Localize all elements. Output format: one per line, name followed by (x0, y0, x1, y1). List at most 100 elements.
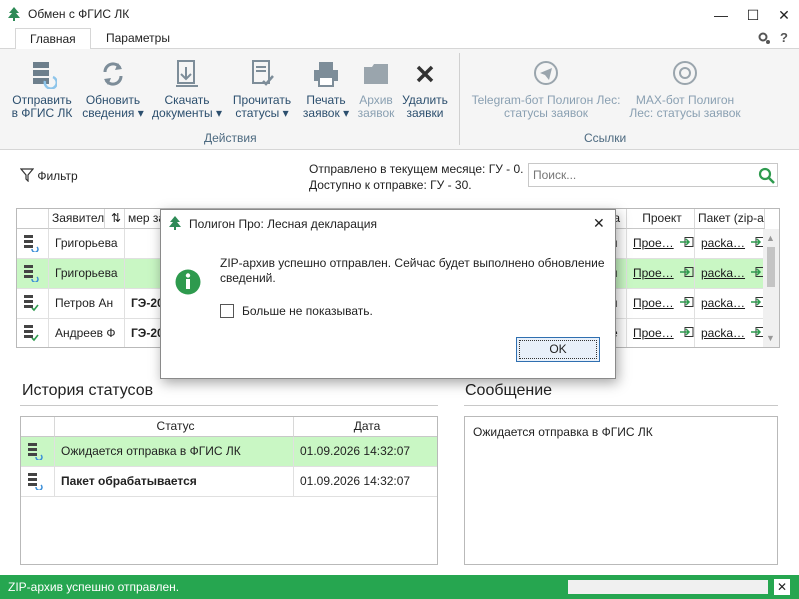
archive-label-2: заявок (357, 106, 395, 120)
table-cell-package[interactable]: packa… (695, 229, 765, 259)
dialog-close-button[interactable]: ✕ (593, 215, 605, 232)
max-bot-link[interactable]: MAX-бот Полигон Лес: статусы заявок (626, 59, 744, 120)
available-info: Доступно к отправке: ГУ - 30. (309, 178, 472, 192)
table-cell-applicant[interactable]: Григорьева (49, 259, 125, 289)
archive-requests-button[interactable]: Архив заявок (354, 59, 398, 120)
grid-scrollbar[interactable]: ▲ ▼ (763, 229, 779, 347)
table-cell-project[interactable]: Прое… (627, 319, 695, 347)
project-link[interactable]: Прое… (633, 296, 674, 310)
search-input[interactable] (529, 164, 744, 186)
history-header-icon (21, 417, 55, 437)
table-cell-applicant[interactable]: Петров Ан (49, 289, 125, 319)
read-label-1: Прочитать (232, 93, 292, 107)
table-cell-applicant[interactable]: Андреев Ф (49, 319, 125, 347)
package-link[interactable]: packa… (701, 326, 745, 340)
dialog-message: ZIP-архив успешно отправлен. Сейчас буде… (220, 256, 605, 285)
read-statuses-button[interactable]: Прочитать статусы ▾ (228, 59, 296, 120)
app-logo-icon (169, 216, 181, 230)
maximize-button[interactable]: ☐ (740, 4, 766, 26)
tab-parameters[interactable]: Параметры (92, 28, 184, 49)
send-label-2: в ФГИС ЛК (11, 106, 73, 120)
table-cell-applicant[interactable]: Григорьева (49, 229, 125, 259)
package-link[interactable]: packa… (701, 266, 745, 280)
read-label-2: статусы ▾ (235, 106, 289, 120)
refresh-label-1: Обновить (85, 93, 141, 107)
refresh-info-button[interactable]: Обновить сведения ▾ (80, 59, 146, 120)
close-button[interactable]: ✕ (771, 4, 797, 26)
download-doc-icon (176, 60, 198, 87)
project-link[interactable]: Прое… (633, 266, 674, 280)
server-check-icon (24, 325, 39, 342)
export-icon[interactable] (679, 267, 694, 277)
export-icon[interactable] (679, 297, 694, 307)
delete-label-1: Удалить (402, 93, 448, 107)
status-close-button[interactable]: ✕ (774, 579, 790, 595)
download-docs-button[interactable]: Скачать документы ▾ (150, 59, 224, 120)
grid-header-icon (17, 209, 49, 229)
download-label-1: Скачать (164, 93, 210, 107)
history-header-date[interactable]: Дата (294, 417, 437, 437)
max-label-2: Лес: статусы заявок (629, 106, 741, 120)
project-link[interactable]: Прое… (633, 236, 674, 250)
refresh-icon (103, 62, 123, 86)
send-server-icon (33, 62, 57, 89)
table-cell-package[interactable]: packa… (695, 319, 765, 347)
history-title: История статусов (22, 382, 154, 399)
server-sync-icon (28, 443, 43, 461)
filter-button[interactable]: Фильтр (19, 168, 78, 183)
delete-label-2: заявки (406, 106, 444, 120)
search-icon[interactable] (758, 167, 775, 184)
server-sync-icon (24, 265, 39, 283)
table-cell-package[interactable]: packa… (695, 259, 765, 289)
download-label-2: документы ▾ (152, 106, 222, 120)
telegram-bot-link[interactable]: Telegram-бот Полигон Лес: статусы заявок (466, 59, 626, 120)
table-cell-project[interactable]: Прое… (627, 259, 695, 289)
message-box[interactable]: Ожидается отправка в ФГИС ЛК (464, 416, 778, 565)
ok-button[interactable]: OK (516, 337, 600, 362)
ribbon-tabs: Главная Параметры ? (0, 28, 799, 50)
telegram-label-2: статусы заявок (503, 106, 589, 120)
window-title: Обмен с ФГИС ЛК (28, 7, 130, 21)
server-check-icon (24, 295, 39, 312)
package-link[interactable]: packa… (701, 236, 745, 250)
help-icon[interactable]: ? (780, 30, 788, 45)
history-cell-date[interactable]: 01.09.2026 14:32:07 (294, 467, 437, 497)
grid-header-package[interactable]: Пакет (zip-а (695, 209, 765, 229)
history-row-icon (21, 437, 55, 467)
table-cell-project[interactable]: Прое… (627, 229, 695, 259)
print-label-2: заявок ▾ (302, 106, 350, 120)
sort-icon[interactable]: ⇅ (105, 209, 125, 229)
print-requests-button[interactable]: Печать заявок ▾ (300, 59, 352, 120)
status-bar: ZIP-архив успешно отправлен. ✕ (0, 575, 799, 599)
row-status-icon (17, 319, 49, 347)
history-cell-status[interactable]: Ожидается отправка в ФГИС ЛК (55, 437, 294, 467)
telegram-icon (534, 61, 558, 85)
archive-label-1: Архив (359, 93, 393, 107)
delete-requests-button[interactable]: Удалить заявки (400, 59, 450, 120)
read-status-icon (252, 60, 274, 86)
folder-icon (364, 64, 388, 84)
telegram-label-1: Telegram-бот Полигон Лес: (471, 93, 621, 107)
minimize-button[interactable]: — (708, 4, 734, 26)
server-sync-icon (28, 473, 43, 491)
export-icon[interactable] (679, 327, 694, 337)
send-to-fgis-button[interactable]: Отправить в ФГИС ЛК (8, 59, 76, 120)
dialog-title: Полигон Про: Лесная декларация (189, 217, 377, 231)
history-cell-date[interactable]: 01.09.2026 14:32:07 (294, 437, 437, 467)
export-icon[interactable] (679, 237, 694, 247)
table-cell-project[interactable]: Прое… (627, 289, 695, 319)
grid-header-project[interactable]: Проект (627, 209, 695, 229)
table-cell-package[interactable]: packa… (695, 289, 765, 319)
grid-header-applicant[interactable]: Заявитель (49, 209, 105, 229)
refresh-label-2: сведения ▾ (82, 106, 144, 120)
dont-show-checkbox[interactable] (220, 304, 234, 318)
message-title: Сообщение (465, 382, 553, 399)
history-cell-status[interactable]: Пакет обрабатывается (55, 467, 294, 497)
package-link[interactable]: packa… (701, 296, 745, 310)
tab-main[interactable]: Главная (15, 28, 91, 50)
dont-show-label[interactable]: Больше не показывать. (242, 304, 373, 318)
settings-icon[interactable] (757, 31, 771, 45)
server-sync-icon (24, 235, 39, 253)
project-link[interactable]: Прое… (633, 326, 674, 340)
history-header-status[interactable]: Статус (55, 417, 294, 437)
